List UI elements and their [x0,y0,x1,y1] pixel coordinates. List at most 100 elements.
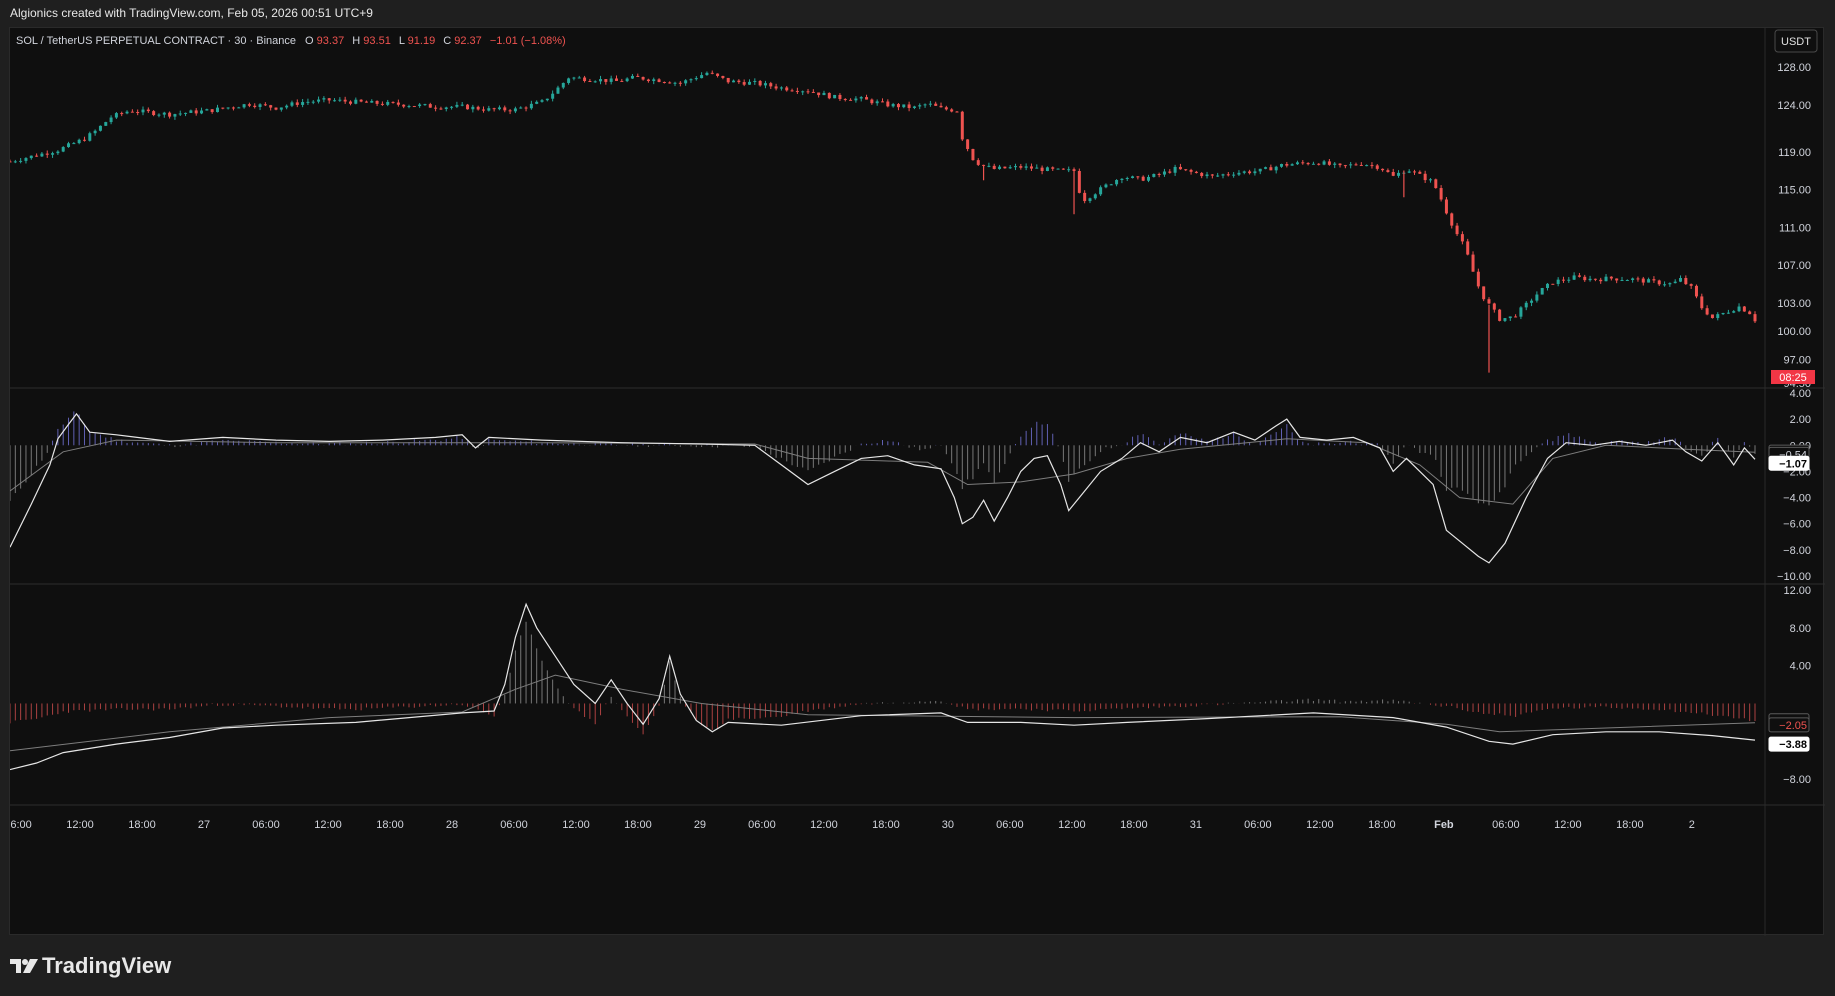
candle-body [168,112,172,117]
candle-body [231,107,235,109]
x-tick-label: 31 [1190,819,1202,831]
candle-body [215,107,219,113]
candle-body [29,155,33,159]
candle-body [471,106,475,110]
last-value-tag: −3.88 [1768,736,1810,752]
candle-body [162,112,166,115]
candle-body [673,82,677,84]
candle-body [343,99,347,102]
candle-body [120,113,124,115]
candle-body [1700,296,1704,309]
candle-body [152,111,156,116]
candle-body [295,102,299,105]
candle-body [114,113,118,118]
candle-body [641,76,645,80]
candle-body [1083,192,1087,202]
candle-body [455,104,459,107]
candle-body [609,78,613,82]
y-tick-label: 8.00 [1790,623,1811,635]
candle-body [1242,171,1246,173]
chart-frame[interactable]: 128.00 124.00 119.00 115.00 111.00 107.00 103.… [9,27,1825,936]
legend-open-label: O [305,35,314,47]
candle-body [1615,278,1619,281]
last-value-label: −2.05 [1779,720,1807,732]
candle-body [1226,174,1230,176]
candle-body [1317,163,1321,165]
legend-low-value: 91.19 [408,35,436,47]
candle-body [476,106,480,110]
candle-body [24,158,28,161]
candle-body [1322,161,1326,165]
candle-body [668,82,672,84]
candle-body [1460,234,1464,242]
candle-body [1253,171,1257,174]
candle-body [1498,309,1502,321]
y-tick-label: 97.00 [1783,354,1811,366]
x-tick-label: 12:00 [314,819,342,831]
candle-body [1136,176,1140,178]
candle-body [1125,177,1129,179]
candle-body [1657,280,1661,285]
candle-body [1306,162,1310,165]
candle-body [1482,286,1486,300]
legend-symbol[interactable]: SOL / TetherUS PERPETUAL CONTRACT · 30 ·… [16,35,296,47]
candle-body [625,78,629,82]
candle-body [551,93,555,99]
candle-body [1652,279,1656,281]
candle-body [184,112,188,114]
candle-body [577,77,581,79]
candle-body [1184,169,1188,171]
signal-line [10,438,1756,505]
candle-body [1205,174,1209,177]
candle-body [487,108,491,111]
candle-body [481,109,485,111]
currency-label: USDT [1781,36,1811,48]
candle-body [657,79,661,82]
candle-body [987,165,991,167]
x-tick-label: 06:00 [748,819,776,831]
candle-body [1354,164,1358,166]
x-tick-label: 06:00 [252,819,280,831]
candle-body [1599,279,1603,282]
currency-button[interactable]: USDT [1774,29,1818,53]
candle-body [1327,161,1331,165]
y-tick-label: 107.00 [1777,260,1811,272]
candle-body [72,143,76,145]
candle-body [40,153,44,157]
candle-body [1157,173,1161,175]
candle-body [253,105,257,107]
candle-body [1200,172,1204,177]
candle-body [508,110,512,112]
candle-body [157,114,161,116]
candle-body [572,77,576,79]
candle-body [1104,184,1108,188]
candle-body [1530,300,1534,303]
candle-body [1428,179,1432,181]
chart-canvas[interactable]: 128.00 124.00 119.00 115.00 111.00 107.00 103.… [10,28,1825,936]
candle-body [1338,163,1342,166]
candle-body [428,104,432,108]
candle-body [13,161,17,163]
candle-body [726,77,730,83]
candle-body [939,105,943,108]
candle-body [1232,174,1236,176]
candle-body [843,98,847,100]
indicator-line [10,602,1756,771]
candle-body [865,97,869,100]
candle-body [1471,254,1475,272]
candle-body [747,81,751,85]
candle-body [370,100,374,103]
candle-body [35,155,39,157]
candle-body [583,77,587,82]
candle-body [210,109,214,113]
y-tick-label: 4.00 [1790,661,1811,673]
candle-body [1753,314,1757,322]
candle-body [1455,225,1459,235]
candle-body [737,80,741,83]
candle-body [1237,172,1241,175]
x-tick-label: 18:00 [872,819,900,831]
candle-body [870,99,874,104]
candle-body [364,101,368,103]
candle-body [136,112,140,114]
candle-body [716,73,720,76]
